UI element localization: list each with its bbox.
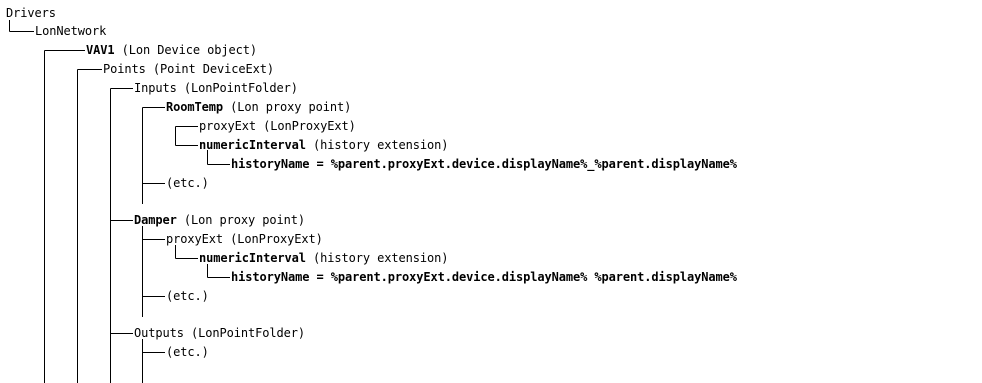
tree-node-drivers: Drivers — [6, 6, 56, 20]
driver-tree-diagram: Drivers LonNetwork VAV1 (Lon Device obje… — [0, 0, 982, 383]
tree-node-outputs: Outputs (LonPointFolder) — [134, 326, 305, 340]
tree-node-roomtemp: RoomTemp (Lon proxy point) — [166, 100, 352, 114]
tree-node-proxyext-roomtemp: proxyExt (LonProxyExt) — [199, 119, 356, 133]
tree-node-points: Points (Point DeviceExt) — [103, 62, 274, 76]
tree-node-lonnetwork: LonNetwork — [35, 24, 107, 38]
tree-node-numericinterval-roomtemp: numericInterval (history extension) — [199, 138, 449, 152]
tree-node-numericinterval-damper: numericInterval (history extension) — [199, 251, 449, 265]
tree-node-inputs: Inputs (LonPointFolder) — [134, 81, 298, 95]
tree-node-proxyext-damper: proxyExt (LonProxyExt) — [166, 232, 323, 246]
tree-node-etc-outputs: (etc.) — [166, 345, 209, 359]
tree-node-historyname-roomtemp: historyName = %parent.proxyExt.device.di… — [231, 157, 737, 171]
tree-node-etc-inputs: (etc.) — [166, 176, 209, 190]
tree-node-historyname-damper: historyName = %parent.proxyExt.device.di… — [231, 270, 737, 284]
tree-node-vav1: VAV1 (Lon Device object) — [86, 43, 257, 57]
tree-node-etc-damper: (etc.) — [166, 289, 209, 303]
tree-node-damper: Damper (Lon proxy point) — [134, 213, 305, 227]
